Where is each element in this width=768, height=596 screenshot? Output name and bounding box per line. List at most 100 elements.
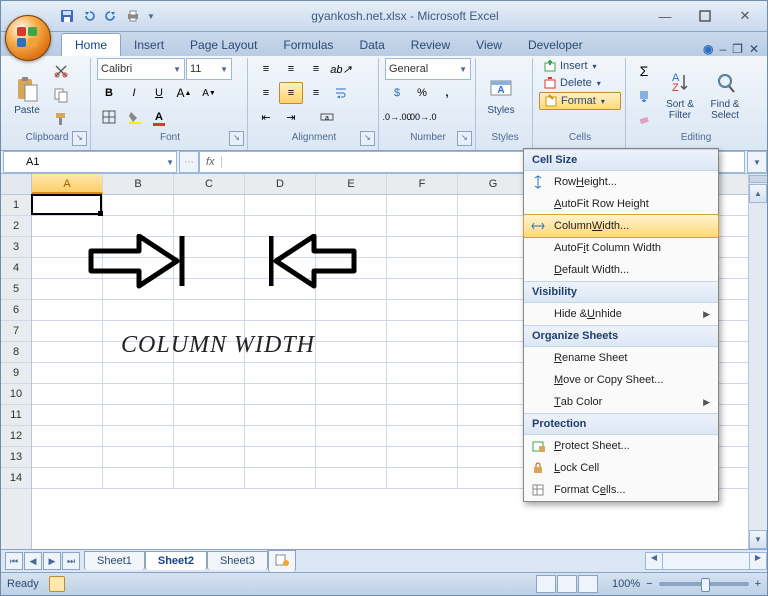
cell[interactable] [103, 258, 174, 278]
number-format-combo[interactable]: General▼ [385, 58, 471, 80]
cell[interactable] [458, 384, 529, 404]
insert-cells-button[interactable]: Insert ▾ [539, 58, 621, 74]
wrap-text-button[interactable] [329, 82, 353, 104]
clear-button[interactable] [632, 108, 656, 130]
cell[interactable] [174, 384, 245, 404]
cell[interactable] [387, 405, 458, 425]
cell[interactable] [316, 405, 387, 425]
row-header[interactable]: 1 [1, 195, 31, 216]
cell[interactable] [316, 195, 387, 215]
cell[interactable] [245, 342, 316, 362]
increase-decimal-button[interactable]: .0→.00 [385, 106, 409, 128]
cell[interactable] [174, 195, 245, 215]
qat-print-button[interactable] [123, 6, 143, 26]
clipboard-launcher[interactable]: ↘ [72, 131, 87, 146]
accounting-format-button[interactable]: $ [385, 82, 409, 104]
cell[interactable] [245, 321, 316, 341]
cell[interactable] [103, 237, 174, 257]
cell[interactable] [174, 447, 245, 467]
cell[interactable] [32, 216, 103, 236]
cell[interactable] [316, 279, 387, 299]
fx-icon[interactable]: fx [200, 156, 222, 168]
split-handle[interactable] [749, 175, 767, 183]
increase-indent-button[interactable]: ⇥ [279, 106, 303, 128]
italic-button[interactable]: I [122, 82, 146, 104]
cell[interactable] [387, 363, 458, 383]
column-header[interactable]: E [316, 174, 387, 194]
bold-button[interactable]: B [97, 82, 121, 104]
cell[interactable] [103, 384, 174, 404]
cell[interactable] [103, 468, 174, 488]
close-button[interactable]: ✕ [733, 7, 757, 25]
qat-customize-button[interactable]: ▼ [145, 6, 157, 26]
cell[interactable] [316, 426, 387, 446]
cell[interactable] [103, 447, 174, 467]
cell[interactable] [387, 426, 458, 446]
delete-cells-button[interactable]: Delete ▾ [539, 75, 621, 91]
cell[interactable] [103, 300, 174, 320]
align-left-button[interactable]: ≡ [254, 82, 278, 104]
row-header[interactable]: 12 [1, 426, 31, 447]
cut-button[interactable] [49, 60, 73, 82]
row-header[interactable]: 3 [1, 237, 31, 258]
cell[interactable] [458, 342, 529, 362]
row-header[interactable]: 13 [1, 447, 31, 468]
column-header[interactable]: A [32, 174, 103, 194]
ribbon-minimize-window[interactable]: – [719, 42, 726, 56]
cell[interactable] [174, 237, 245, 257]
row-header[interactable]: 4 [1, 258, 31, 279]
name-box-expand[interactable]: ⋯ [179, 151, 199, 173]
vertical-scrollbar[interactable]: ▲ ▼ [748, 174, 767, 549]
cell[interactable] [387, 195, 458, 215]
row-header[interactable]: 6 [1, 300, 31, 321]
tab-nav-first[interactable]: ⏮ [5, 552, 23, 570]
fill-button[interactable] [632, 84, 656, 106]
cell[interactable] [458, 363, 529, 383]
cell[interactable] [316, 237, 387, 257]
align-center-button[interactable]: ≡ [279, 82, 303, 104]
cell[interactable] [387, 300, 458, 320]
cell[interactable] [458, 258, 529, 278]
tab-nav-last[interactable]: ⏭ [62, 552, 80, 570]
cell[interactable] [103, 195, 174, 215]
cell[interactable] [103, 279, 174, 299]
cell[interactable] [174, 258, 245, 278]
tab-developer[interactable]: Developer [515, 34, 596, 56]
cell[interactable] [458, 468, 529, 488]
cell[interactable] [387, 237, 458, 257]
cell[interactable] [458, 447, 529, 467]
sheet-tab[interactable]: Sheet3 [207, 551, 268, 570]
tab-nav-next[interactable]: ▶ [43, 552, 61, 570]
cell[interactable] [245, 216, 316, 236]
cell[interactable] [387, 447, 458, 467]
row-header[interactable]: 9 [1, 363, 31, 384]
cell[interactable] [245, 426, 316, 446]
font-launcher[interactable]: ↘ [229, 131, 244, 146]
zoom-in-button[interactable]: + [755, 578, 761, 590]
menu-tab-color[interactable]: Tab Color▶ [524, 391, 718, 413]
shrink-font-button[interactable]: A▼ [197, 82, 221, 104]
merge-center-button[interactable]: a [304, 106, 350, 128]
tab-data[interactable]: Data [346, 34, 397, 56]
menu-protect-sheet[interactable]: Protect Sheet... [524, 435, 718, 457]
orientation-button[interactable]: ab↗ [329, 58, 353, 80]
column-header[interactable]: D [245, 174, 316, 194]
select-all-corner[interactable] [1, 174, 31, 195]
cell[interactable] [103, 426, 174, 446]
column-header[interactable]: G [458, 174, 529, 194]
menu-lock-cell[interactable]: Lock Cell [524, 457, 718, 479]
tab-view[interactable]: View [463, 34, 515, 56]
qat-save-button[interactable] [57, 6, 77, 26]
cell[interactable] [316, 321, 387, 341]
cell[interactable] [458, 426, 529, 446]
cell[interactable] [32, 300, 103, 320]
cell[interactable] [316, 363, 387, 383]
cell[interactable] [32, 468, 103, 488]
cell[interactable] [245, 405, 316, 425]
cell[interactable] [458, 321, 529, 341]
cell[interactable] [174, 468, 245, 488]
sheet-tab[interactable]: Sheet2 [145, 551, 207, 570]
tab-formulas[interactable]: Formulas [270, 34, 346, 56]
menu-hide-unhide[interactable]: Hide & Unhide▶ [524, 303, 718, 325]
cell[interactable] [103, 405, 174, 425]
